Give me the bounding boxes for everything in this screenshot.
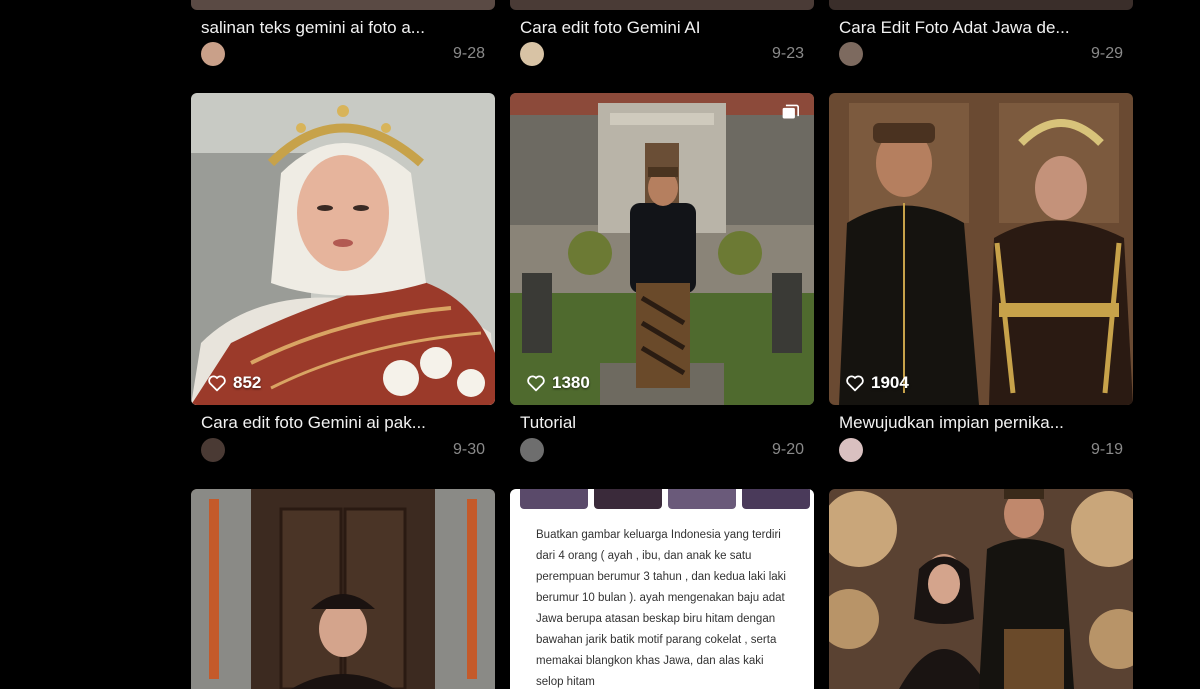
like-count: 1904 — [845, 373, 909, 393]
author-avatar[interactable] — [201, 438, 225, 462]
temple-portrait-image — [510, 93, 814, 405]
post-card[interactable]: Cara edit foto Gemini AI 9-23 — [510, 0, 814, 70]
post-thumbnail[interactable] — [829, 489, 1133, 689]
author-avatar[interactable] — [520, 438, 544, 462]
post-date: 9-29 — [1090, 45, 1123, 62]
mini-thumbnail — [520, 489, 588, 509]
post-date: 9-28 — [452, 45, 485, 62]
post-date: 9-30 — [452, 441, 485, 458]
post-thumbnail[interactable]: 1380 — [510, 93, 814, 405]
post-card[interactable] — [829, 489, 1133, 689]
like-count: 1380 — [526, 373, 590, 393]
post-title[interactable]: salinan teks gemini ai foto a... — [201, 18, 491, 38]
post-meta: 9-28 — [201, 42, 485, 66]
post-meta: 9-19 — [839, 438, 1123, 462]
wedding-couple-image — [829, 93, 1133, 405]
post-date: 9-19 — [1090, 441, 1123, 458]
post-meta: 9-23 — [520, 42, 804, 66]
post-meta: 9-30 — [201, 438, 485, 462]
post-card[interactable]: salinan teks gemini ai foto a... 9-28 — [191, 0, 495, 70]
post-meta: 9-20 — [520, 438, 804, 462]
author-avatar[interactable] — [201, 42, 225, 66]
mini-thumbnail — [668, 489, 736, 509]
post-thumbnail[interactable] — [191, 489, 495, 689]
post-card[interactable]: 852 Cara edit foto Gemini ai pak... 9-30 — [191, 93, 495, 465]
mini-thumbnail — [594, 489, 662, 509]
post-date: 9-20 — [771, 441, 804, 458]
post-thumbnail[interactable] — [191, 0, 495, 10]
post-date: 9-23 — [771, 45, 804, 62]
post-thumbnail[interactable]: Buatkan gambar keluarga Indonesia yang t… — [510, 489, 814, 689]
heart-outline-icon — [846, 375, 864, 392]
post-title[interactable]: Cara Edit Foto Adat Jawa de... — [839, 18, 1129, 38]
author-avatar[interactable] — [839, 42, 863, 66]
heart-outline-icon — [527, 375, 545, 392]
author-avatar[interactable] — [839, 438, 863, 462]
prompt-text: Buatkan gambar keluarga Indonesia yang t… — [536, 529, 786, 688]
like-count-value: 852 — [233, 373, 262, 392]
like-count: 852 — [207, 373, 261, 393]
image-stack-icon — [782, 104, 799, 119]
post-thumbnail[interactable]: 852 — [191, 93, 495, 405]
post-title[interactable]: Tutorial — [520, 413, 810, 433]
mini-thumbnail — [742, 489, 810, 509]
post-thumbnail[interactable] — [510, 0, 814, 10]
post-meta: 9-29 — [839, 42, 1123, 66]
post-card[interactable] — [191, 489, 495, 689]
post-card[interactable]: 1904 Mewujudkan impian pernika... 9-19 — [829, 93, 1133, 465]
post-thumbnail[interactable] — [829, 0, 1133, 10]
author-avatar[interactable] — [520, 42, 544, 66]
portrait-image — [191, 93, 495, 405]
post-title[interactable]: Cara edit foto Gemini AI — [520, 18, 810, 38]
thumbnail-strip — [520, 489, 810, 509]
post-card[interactable]: 1380 Tutorial 9-20 — [510, 93, 814, 465]
couple-decor-image — [829, 489, 1133, 689]
heart-outline-icon — [208, 375, 226, 392]
post-thumbnail[interactable]: 1904 — [829, 93, 1133, 405]
like-count-value: 1380 — [552, 373, 590, 392]
carved-door-portrait-image — [191, 489, 495, 689]
post-title[interactable]: Cara edit foto Gemini ai pak... — [201, 413, 491, 433]
post-card[interactable]: Cara Edit Foto Adat Jawa de... 9-29 — [829, 0, 1133, 70]
like-count-value: 1904 — [871, 373, 909, 392]
post-card[interactable]: Buatkan gambar keluarga Indonesia yang t… — [510, 489, 814, 689]
post-title[interactable]: Mewujudkan impian pernika... — [839, 413, 1129, 433]
